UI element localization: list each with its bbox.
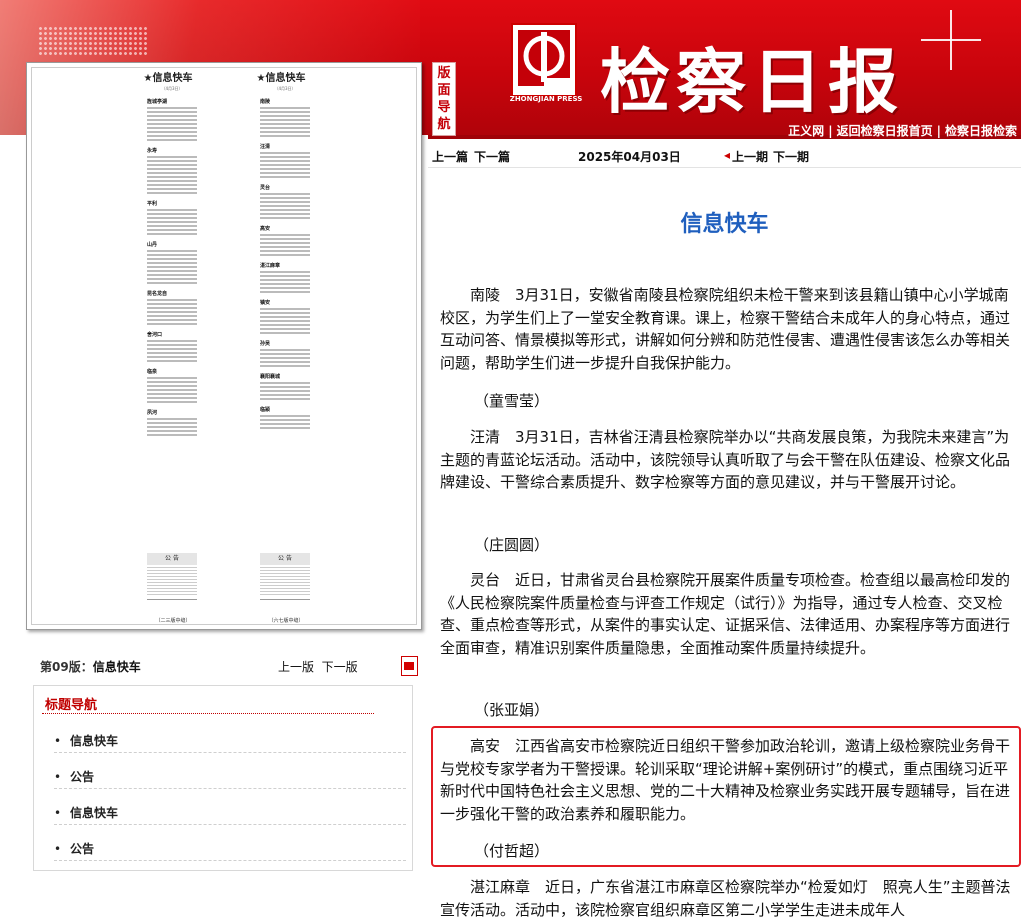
issue-date: 2025年04月03日 — [578, 150, 681, 164]
newspaper-page-image[interactable]: ★信息快车 （4月3日） 旌城亭湖 永寿 平利 山丹 昆名龙自 舍河口 临泉 夙… — [26, 62, 422, 630]
link-zhengyi[interactable]: 正义网 — [786, 124, 826, 138]
nav-tag-char: 导 — [437, 100, 451, 115]
next-page-link[interactable]: 下一版 — [322, 660, 358, 674]
page-frame — [31, 67, 417, 625]
article-author: （张亚娟） — [474, 701, 550, 719]
column-block: 高安 — [260, 225, 310, 256]
nav-tag-char: 航 — [437, 117, 451, 132]
column-block: 夙河 — [147, 409, 197, 436]
article-paragraph: 灵台 近日，甘肃省灵台县检察院开展案件质量专项检查。检查组以最高检印发的《人民检… — [440, 571, 1011, 657]
column-block: 临泉 — [147, 368, 197, 403]
prev-issue-icon: ◂ — [724, 148, 731, 162]
column-notice-text — [260, 567, 310, 597]
prev-issue-link[interactable]: 上一期 — [732, 148, 768, 165]
link-search[interactable]: 检察日报检索 — [943, 124, 1019, 138]
article-paragraph: 南陵 3月31日，安徽省南陵县检察院组织未检干警来到该县籍山镇中心小学城南校区，… — [440, 286, 1011, 372]
press-logo-icon — [510, 22, 578, 100]
article-title: 信息快车 — [680, 212, 769, 237]
column-block: 平利 — [147, 200, 197, 235]
article-toolbar: 上一篇 下一篇 2025年04月03日 ◂ 上一期 下一期 — [428, 143, 1021, 168]
article-author: （付哲超） — [474, 842, 550, 860]
bullet-icon: • — [54, 842, 62, 856]
column-block: 临颍 — [260, 406, 310, 429]
title-nav-item[interactable]: • 公告 — [54, 764, 406, 789]
page-column-left: ★信息快车 （4月3日） 旌城亭湖 永寿 平利 山丹 昆名龙自 舍河口 临泉 夙… — [144, 69, 197, 624]
column-date: （4月3日） — [161, 86, 183, 91]
nav-tag-char: 版 — [437, 66, 451, 81]
next-article-link[interactable]: 下一篇 — [474, 148, 510, 165]
page-nav-tag[interactable]: 版 面 导 航 — [432, 62, 456, 136]
pdf-download-icon[interactable] — [401, 656, 418, 676]
press-logo-text: ZHONGJIAN PRESS — [509, 95, 583, 103]
column-block: 孙吴 — [260, 340, 310, 367]
current-page-label: 第09版：信息快车 — [40, 660, 141, 674]
masthead-title: 检察日报 — [600, 40, 904, 123]
article-paragraph: 高安 江西省高安市检察院近日组织干警参加政治轮训，邀请上级检察院业务骨干与党校专… — [440, 737, 1011, 823]
column-block: 舍河口 — [147, 331, 197, 362]
bullet-icon: • — [54, 770, 62, 784]
link-home[interactable]: 返回检察日报首页 — [835, 124, 935, 138]
column-notice-text — [147, 567, 197, 597]
article-content: 信息快车 南陵 3月31日，安徽省南陵县检察院组织未检干警来到该县籍山镇中心小学… — [428, 168, 1021, 919]
column-caption: （二三版中缝） — [155, 618, 191, 624]
article-author: （庄圆圆） — [474, 536, 550, 554]
column-block: 南陵 — [260, 98, 310, 137]
column-notice: 公 告 — [260, 553, 310, 565]
title-nav-item[interactable]: • 信息快车 — [54, 728, 406, 753]
column-title: ★信息快车 — [143, 73, 193, 84]
column-footer — [147, 599, 197, 608]
nav-tag-char: 面 — [437, 83, 451, 98]
column-date: （4月3日） — [274, 86, 296, 91]
sparkle-icon — [921, 10, 981, 70]
column-caption: （六七版中缝） — [268, 618, 304, 624]
header-dot-pattern — [38, 26, 148, 56]
page-column-right: ★信息快车 （4月3日） 南陵 汪清 灵台 高安 湛江麻章 镇安 孙吴 襄阳襄城… — [257, 69, 310, 624]
heading-underline — [42, 713, 374, 714]
column-notice: 公 告 — [147, 553, 197, 565]
bullet-icon: • — [54, 734, 62, 748]
column-block: 灵台 — [260, 184, 310, 219]
column-block: 汪清 — [260, 143, 310, 178]
title-navigation-panel: 标题导航 • 信息快车 • 公告 • 信息快车 • 公告 — [33, 685, 413, 871]
article-author: （童雪莹） — [474, 392, 550, 410]
column-block: 永寿 — [147, 147, 197, 194]
column-block: 湛江麻章 — [260, 262, 310, 293]
article-paragraph: 湛江麻章 近日，广东省湛江市麻章区检察院举办“检爱如灯 照亮人生”主题普法宣传活… — [440, 878, 1011, 919]
column-block: 昆名龙自 — [147, 290, 197, 325]
link-separator: | — [936, 124, 941, 138]
column-block: 镇安 — [260, 299, 310, 334]
top-links: 正义网 | 返回检察日报首页 | 检察日报检索 — [786, 122, 1019, 139]
column-block: 襄阳襄城 — [260, 373, 310, 400]
column-block: 旌城亭湖 — [147, 98, 197, 141]
title-nav-item[interactable]: • 信息快车 — [54, 800, 406, 825]
page-navigation: 上一版 下一版 — [278, 658, 358, 675]
column-title: ★信息快车 — [256, 73, 306, 84]
page-version-bar: 第09版：信息快车 上一版 下一版 — [40, 656, 418, 676]
bullet-icon: • — [54, 806, 62, 820]
prev-page-link[interactable]: 上一版 — [278, 660, 314, 674]
article-paragraph: 汪清 3月31日，吉林省汪清县检察院举办以“共商发展良策，为我院未来建言”为主题… — [440, 428, 1011, 491]
next-issue-link[interactable]: 下一期 — [773, 148, 809, 165]
title-nav-item[interactable]: • 公告 — [54, 836, 406, 861]
prev-article-link[interactable]: 上一篇 — [432, 148, 468, 165]
title-navigation-heading: 标题导航 — [45, 698, 98, 713]
column-block: 山丹 — [147, 241, 197, 284]
link-separator: | — [828, 124, 833, 138]
column-footer — [260, 599, 310, 608]
